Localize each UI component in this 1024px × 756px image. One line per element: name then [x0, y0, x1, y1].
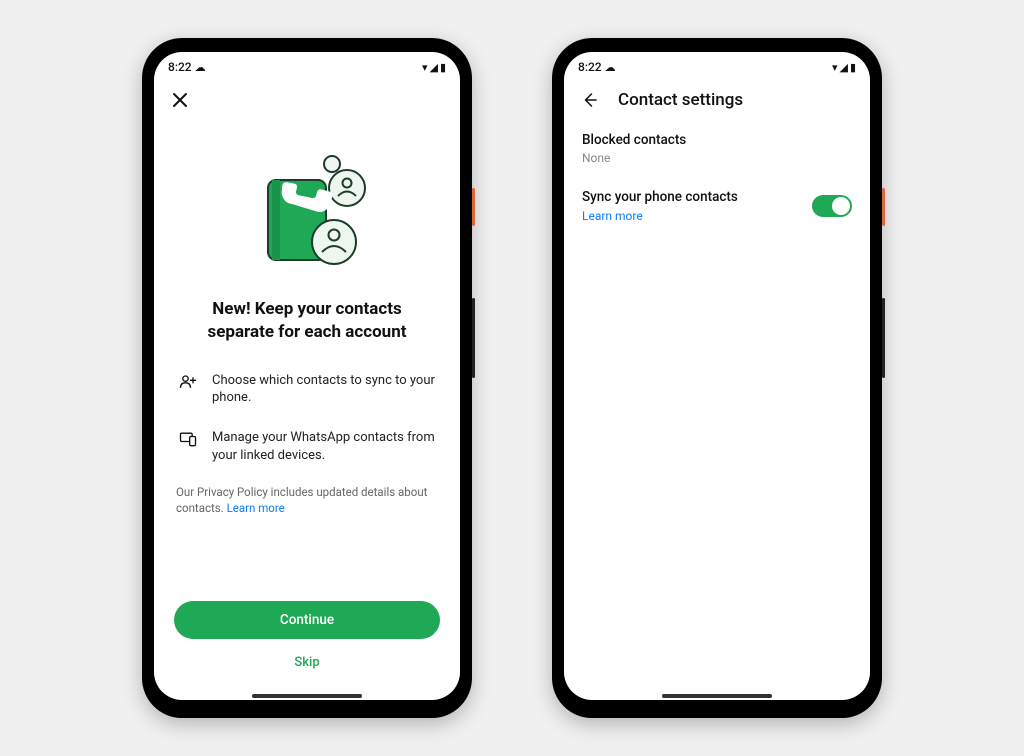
bullet-devices-text: Manage your WhatsApp contacts from your …	[212, 429, 436, 464]
close-icon[interactable]	[168, 88, 192, 112]
back-icon[interactable]	[578, 88, 602, 112]
side-button-volume	[472, 298, 475, 378]
onboarding-headline: New! Keep your contacts separate for eac…	[174, 298, 440, 364]
battery-icon: ▮	[440, 61, 446, 74]
status-time: 8:22 ☁	[168, 60, 206, 74]
status-bar: 8:22 ☁ ▾ ◢ ▮	[154, 52, 460, 82]
sync-contacts-toggle[interactable]	[812, 195, 852, 217]
top-bar: Contact settings	[564, 82, 870, 122]
screen-right: 8:22 ☁ ▾ ◢ ▮ Contact settings Blocked co…	[564, 52, 870, 700]
phone-right: 8:22 ☁ ▾ ◢ ▮ Contact settings Blocked co…	[552, 38, 882, 718]
continue-button[interactable]: Continue	[174, 601, 440, 639]
blocked-contacts-value: None	[582, 151, 852, 165]
hero-illustration	[174, 122, 440, 298]
toggle-knob	[832, 197, 850, 215]
screen-left: 8:22 ☁ ▾ ◢ ▮	[154, 52, 460, 700]
skip-button[interactable]: Skip	[174, 639, 440, 686]
person-plus-icon	[178, 372, 198, 407]
side-button-power	[472, 188, 475, 226]
bullet-devices: Manage your WhatsApp contacts from your …	[174, 421, 440, 478]
sync-contacts-row: Sync your phone contacts Learn more	[564, 179, 870, 237]
learn-more-link[interactable]: Learn more	[582, 209, 738, 223]
blocked-contacts-label: Blocked contacts	[582, 132, 852, 148]
devices-icon	[178, 429, 198, 464]
battery-icon: ▮	[850, 61, 856, 74]
onboarding-content: New! Keep your contacts separate for eac…	[154, 122, 460, 700]
cloud-icon: ☁	[195, 61, 206, 74]
privacy-policy-text: Our Privacy Policy includes updated deta…	[174, 478, 440, 538]
sync-contacts-label: Sync your phone contacts	[582, 189, 738, 205]
side-button-power	[882, 188, 885, 226]
learn-more-link[interactable]: Learn more	[227, 501, 285, 515]
page-title: Contact settings	[618, 90, 743, 110]
bullet-sync: Choose which contacts to sync to your ph…	[174, 364, 440, 421]
phone-left: 8:22 ☁ ▾ ◢ ▮	[142, 38, 472, 718]
top-bar	[154, 82, 460, 122]
status-bar: 8:22 ☁ ▾ ◢ ▮	[564, 52, 870, 82]
signal-icon: ◢	[839, 61, 847, 74]
blocked-contacts-row[interactable]: Blocked contacts None	[564, 122, 870, 179]
wifi-icon: ▾	[832, 61, 838, 74]
wifi-icon: ▾	[422, 61, 428, 74]
side-button-volume	[882, 298, 885, 378]
status-time: 8:22 ☁	[578, 60, 616, 74]
signal-icon: ◢	[429, 61, 437, 74]
bullet-sync-text: Choose which contacts to sync to your ph…	[212, 372, 436, 407]
cloud-icon: ☁	[605, 61, 616, 74]
